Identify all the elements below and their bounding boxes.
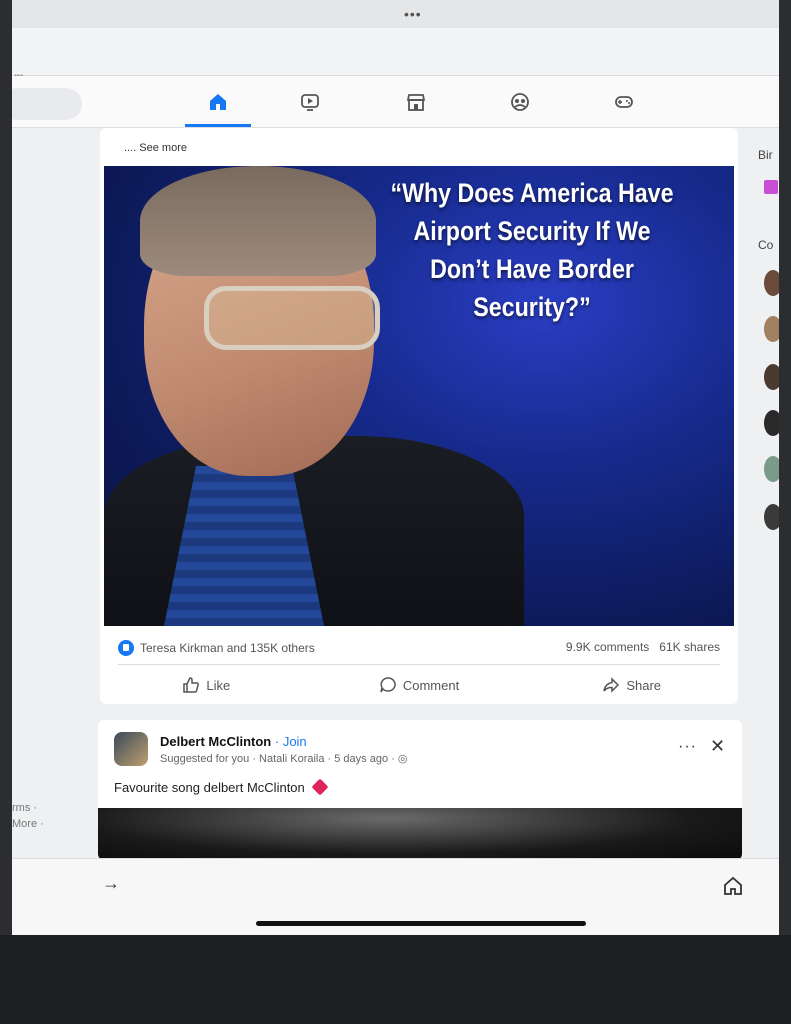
footer-link-terms[interactable]: rms · [12, 800, 44, 816]
contact-avatar[interactable] [764, 456, 779, 482]
home-outline-icon[interactable] [722, 875, 744, 897]
feed-post: .... See more “Why Does America Have Air… [100, 128, 738, 704]
gaming-icon [615, 96, 633, 108]
left-sidebar-footer: rms · More · [12, 800, 44, 832]
tab-home[interactable] [196, 86, 240, 118]
contact-avatar[interactable] [764, 504, 779, 530]
post-image[interactable] [98, 808, 742, 860]
see-more-link[interactable]: .... See more [124, 142, 187, 154]
top-status-bar: ••• [12, 0, 779, 28]
feed-post: Delbert McClinton · Join Suggested for y… [98, 720, 742, 860]
tab-marketplace[interactable] [394, 86, 438, 118]
globe-icon: ◎ [397, 753, 408, 765]
heart-icon [311, 778, 329, 796]
active-tab-indicator [185, 124, 251, 127]
facebook-nav-bar [12, 76, 779, 128]
post-actions: Like Comment Share [100, 668, 738, 702]
share-label: Share [626, 677, 662, 693]
contacts-heading: Co [758, 238, 774, 252]
image-quote-text: “Why Does America Have Airport Security … [390, 178, 674, 322]
like-reaction-icon [118, 640, 134, 656]
contact-avatar[interactable] [764, 316, 779, 342]
close-button[interactable]: ✕ [710, 736, 725, 757]
tab-gaming[interactable] [602, 86, 646, 118]
home-icon [210, 94, 226, 110]
group-avatar[interactable] [114, 732, 148, 766]
device-bezel [0, 935, 791, 1024]
contact-avatar[interactable] [764, 410, 779, 436]
video-icon [301, 94, 319, 111]
thumbs-up-icon [183, 677, 200, 693]
divider [118, 664, 720, 665]
reactions-text: Teresa Kirkman and 135K others [140, 641, 315, 655]
browser-bottom-bar: → [12, 858, 779, 935]
comments-count[interactable]: 9.9K comments [566, 640, 649, 654]
post-caption: Favourite song delbert McClinton [114, 780, 305, 795]
join-link[interactable]: Join [283, 734, 307, 749]
search-input[interactable] [12, 88, 82, 120]
post-image[interactable]: “Why Does America Have Airport Security … [104, 166, 734, 626]
like-label: Like [206, 677, 231, 693]
reactions-summary[interactable]: Teresa Kirkman and 135K others [118, 640, 315, 656]
tab-groups[interactable] [498, 86, 542, 118]
url-bar[interactable]: m [12, 28, 779, 84]
share-button[interactable]: Share [525, 668, 738, 702]
contact-avatar[interactable] [764, 270, 779, 296]
browser-screen: ••• m rms · More · Bir Co [12, 0, 779, 935]
contact-avatar[interactable] [764, 364, 779, 390]
more-dots-icon[interactable]: ••• [404, 6, 422, 22]
gift-icon [764, 180, 778, 194]
like-button[interactable]: Like [100, 668, 313, 702]
author-name[interactable]: Delbert McClinton [160, 734, 271, 749]
image-figure-hair [140, 166, 376, 276]
share-icon [603, 677, 620, 693]
comment-button[interactable]: Comment [313, 668, 526, 702]
birthdays-heading: Bir [758, 148, 773, 162]
more-options-button[interactable]: ··· [678, 738, 697, 756]
comment-icon [380, 677, 396, 693]
shares-count[interactable]: 61K shares [659, 640, 720, 654]
footer-link-more[interactable]: More · [12, 816, 44, 832]
post-meta: Suggested for you · Natali Koraila · 5 d… [160, 752, 407, 765]
image-figure-glasses [204, 286, 380, 350]
post-text: Favourite song delbert McClinton [114, 778, 329, 796]
home-indicator[interactable] [256, 921, 586, 926]
tab-video[interactable] [288, 86, 332, 118]
comment-label: Comment [402, 677, 460, 693]
forward-arrow-icon[interactable]: → [102, 873, 120, 894]
suggested-text: Suggested for you · Natali Koraila · 5 d… [160, 753, 395, 765]
post-author: Delbert McClinton · Join [160, 734, 307, 749]
marketplace-icon [406, 94, 426, 111]
right-sidebar: Bir Co [758, 128, 779, 848]
engagement-counts: 9.9K comments 61K shares [566, 640, 720, 654]
groups-icon [511, 93, 529, 111]
